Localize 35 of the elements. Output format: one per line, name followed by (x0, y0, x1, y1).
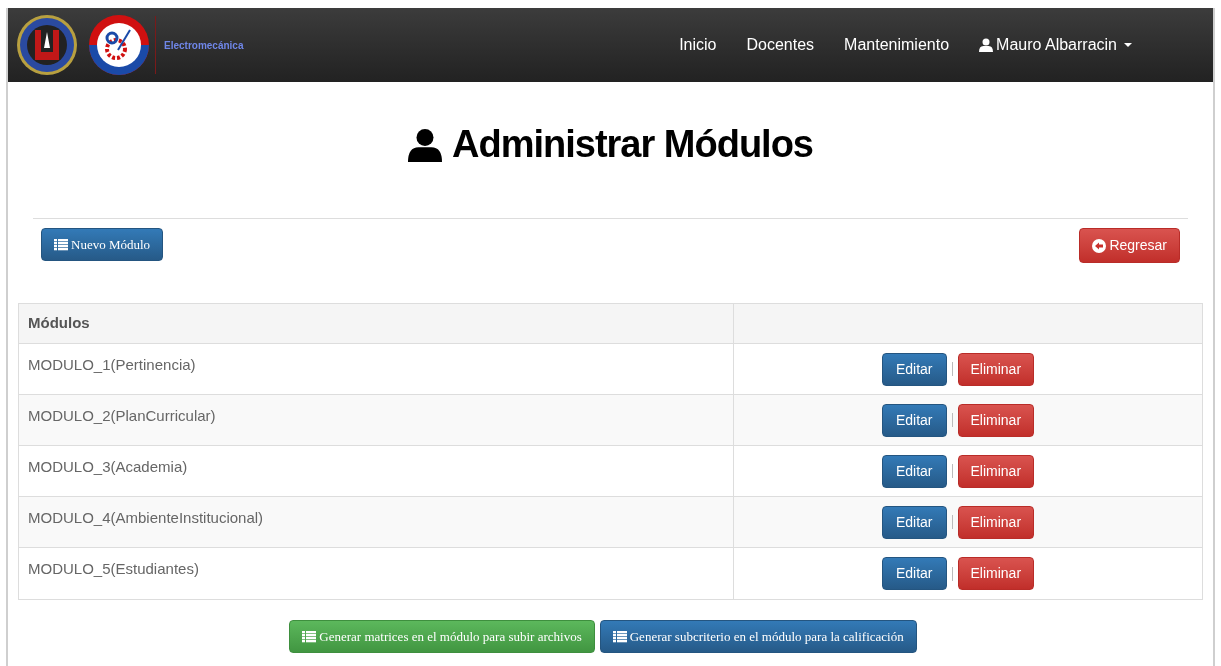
edit-button[interactable]: Editar (881, 352, 947, 386)
edit-button[interactable]: Editar (881, 403, 947, 437)
page-title: Administrar Módulos (452, 122, 813, 167)
list-icon (302, 630, 317, 643)
table-cell: MODULO_4(AmbienteInstitucional) (19, 497, 734, 547)
table-cell: MODULO_2(PlanCurricular) (19, 395, 734, 445)
user-icon (408, 127, 442, 162)
delete-button[interactable]: Eliminar (957, 454, 1035, 488)
edit-button[interactable]: Editar (881, 454, 947, 488)
generate-button[interactable]: Generar subcriterio en el módulo para la calificación (599, 620, 917, 653)
delete-button[interactable]: Eliminar (957, 505, 1035, 539)
edit-button[interactable]: Editar (881, 505, 947, 539)
table-cell: MODULO_5(Estudiantes) (19, 548, 734, 599)
back-button[interactable]: Regresar (1079, 228, 1180, 263)
arrow-left-circle-icon (1092, 238, 1107, 253)
delete-button[interactable]: Eliminar (957, 403, 1035, 437)
nav-link[interactable]: Mantenimiento (829, 33, 965, 57)
user-icon (979, 38, 994, 52)
column-header: Módulos (19, 304, 734, 343)
generate-button[interactable]: Generar matrices en el módulo para subir archivos (289, 620, 595, 653)
delete-button[interactable]: Eliminar (957, 352, 1035, 386)
brand-name[interactable]: Electromecánica (164, 37, 244, 53)
gear-logo (88, 14, 150, 76)
edit-button[interactable]: Editar (881, 557, 947, 590)
new-module-button[interactable]: Nuevo Módulo (41, 228, 164, 261)
list-icon (54, 238, 68, 251)
nav-link[interactable]: Docentes (731, 33, 830, 57)
delete-button[interactable]: Eliminar (957, 557, 1035, 590)
list-icon (612, 630, 627, 643)
user-menu[interactable]: Mauro Albarracin (964, 33, 1147, 57)
table-cell: MODULO_3(Academia) (19, 446, 734, 496)
university-logo (16, 14, 78, 76)
caret-icon (1124, 43, 1132, 47)
table-cell: MODULO_1(Pertinencia) (19, 344, 734, 394)
nav-link[interactable]: Inicio (664, 33, 732, 57)
